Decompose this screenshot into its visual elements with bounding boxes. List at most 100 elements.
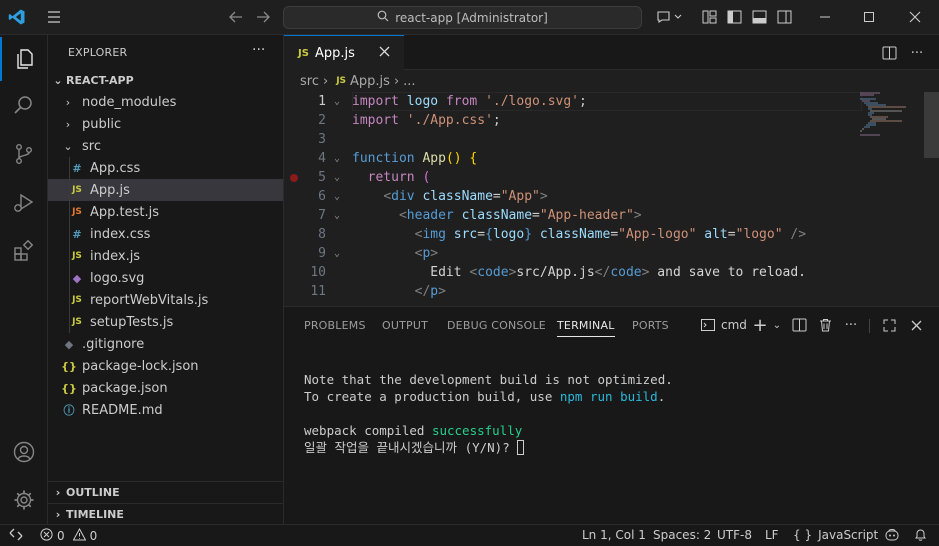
file-item[interactable]: JS App.js xyxy=(48,179,283,201)
manage-gear-icon[interactable] xyxy=(0,478,48,522)
folder-item[interactable]: ⌄ src xyxy=(48,135,283,157)
back-arrow-icon[interactable] xyxy=(225,6,247,28)
file-item[interactable]: {} package-lock.json xyxy=(48,355,283,377)
customize-layout-icon[interactable] xyxy=(698,6,720,28)
tree-item-label: App.css xyxy=(90,160,141,176)
run-debug-icon[interactable] xyxy=(0,181,48,225)
tab-output[interactable]: OUTPUT xyxy=(382,319,428,332)
breadcrumb-symbol[interactable]: ... xyxy=(403,74,415,89)
terminal-output[interactable]: Note that the development build is not o… xyxy=(304,371,924,456)
close-window-icon[interactable] xyxy=(904,6,926,28)
terminal-name[interactable]: cmd xyxy=(721,318,747,332)
folder-item[interactable]: › public xyxy=(48,113,283,135)
breadcrumb-src[interactable]: src xyxy=(300,74,319,89)
project-root-folder[interactable]: ⌄ REACT-APP xyxy=(48,69,283,91)
search-text: react-app [Administrator] xyxy=(395,10,548,25)
editor-more-actions-icon[interactable]: ··· xyxy=(906,42,928,64)
timeline-section[interactable]: › TIMELINE xyxy=(48,503,283,525)
split-terminal-icon[interactable] xyxy=(789,315,809,335)
extensions-icon[interactable] xyxy=(0,229,48,273)
chevron-down-icon[interactable]: ⌄ xyxy=(767,315,787,335)
trash-icon[interactable] xyxy=(815,315,835,335)
tab-ports[interactable]: PORTS xyxy=(632,319,669,332)
end-of-line[interactable]: LF xyxy=(765,528,779,542)
outline-section[interactable]: › OUTLINE xyxy=(48,481,283,503)
warning-icon xyxy=(72,527,86,544)
tab-terminal[interactable]: TERMINAL xyxy=(557,319,615,337)
chevron-right-icon: › xyxy=(65,117,71,131)
problems-indicator[interactable]: 0 0 xyxy=(40,527,97,544)
error-count: 0 xyxy=(57,529,65,543)
toggle-secondary-sidebar-icon[interactable] xyxy=(773,6,795,28)
indentation[interactable]: Spaces: 2 xyxy=(653,528,711,542)
file-item[interactable]: JS reportWebVitals.js xyxy=(48,289,283,311)
minimap[interactable] xyxy=(858,92,924,152)
line-number: 7 xyxy=(318,208,326,223)
cursor-position[interactable]: Ln 1, Col 1 xyxy=(582,528,646,542)
minimize-icon[interactable] xyxy=(814,6,836,28)
file-item[interactable]: ◆ .gitignore xyxy=(48,333,283,355)
menu-icon[interactable] xyxy=(43,6,65,28)
command-center-search[interactable]: react-app [Administrator] xyxy=(283,6,642,29)
code-line: 11 </p> xyxy=(284,282,924,301)
tab-debug-console[interactable]: DEBUG CONSOLE xyxy=(447,319,546,332)
encoding[interactable]: UTF-8 xyxy=(717,528,752,542)
explorer-title: EXPLORER xyxy=(68,46,128,59)
code-line: 1 ⌄ import logo from './logo.svg'; xyxy=(284,92,924,111)
explorer-sidebar: EXPLORER ··· ⌄ REACT-APP › node_modules › p… xyxy=(48,35,284,524)
tab-problems[interactable]: PROBLEMS xyxy=(304,319,366,332)
code-line: 4 ⌄ function App() { xyxy=(284,149,924,168)
tree-item-label: public xyxy=(82,116,122,132)
split-editor-icon[interactable] xyxy=(878,42,900,64)
file-item[interactable]: JS App.test.js xyxy=(48,201,283,223)
breadcrumb-file[interactable]: App.js xyxy=(350,74,390,89)
file-item[interactable]: ⓘ README.md xyxy=(48,399,283,421)
tree-item-label: index.css xyxy=(90,226,151,242)
breadcrumb: src › JS App.js › ... xyxy=(284,70,939,92)
close-tab-icon[interactable] xyxy=(379,46,390,61)
line-number: 1 xyxy=(318,94,326,109)
folder-item[interactable]: › node_modules xyxy=(48,91,283,113)
terminal-line: webpack compiled successfully xyxy=(304,423,523,438)
source-control-icon[interactable] xyxy=(0,132,48,176)
line-number: 3 xyxy=(318,132,326,147)
chevron-down-icon: ⌄ xyxy=(53,73,63,87)
file-item[interactable]: ◆ logo.svg xyxy=(48,267,283,289)
copilot-chat-icon[interactable] xyxy=(653,6,685,28)
file-item[interactable]: JS setupTests.js xyxy=(48,311,283,333)
forward-arrow-icon[interactable] xyxy=(252,6,274,28)
toggle-panel-icon[interactable] xyxy=(748,6,770,28)
editor-scrollbar[interactable] xyxy=(924,92,939,158)
remote-indicator-icon[interactable] xyxy=(9,528,23,544)
file-item[interactable]: {} package.json xyxy=(48,377,283,399)
close-panel-icon[interactable] xyxy=(906,315,926,335)
tree-item-label: node_modules xyxy=(82,94,177,110)
file-item[interactable]: # index.css xyxy=(48,223,283,245)
toggle-primary-sidebar-icon[interactable] xyxy=(723,6,745,28)
maximize-icon[interactable] xyxy=(858,6,880,28)
tree-item-label: index.js xyxy=(90,248,141,264)
language-label: JavaScript xyxy=(818,528,879,542)
search-view-icon[interactable] xyxy=(0,83,48,127)
terminal-more-actions-icon[interactable]: ··· xyxy=(841,315,861,335)
tab-label: App.js xyxy=(314,45,355,61)
tree-item-label: package.json xyxy=(82,380,168,396)
notifications-bell-icon[interactable] xyxy=(914,528,927,545)
js-file-icon: JS xyxy=(72,251,82,261)
css-file-icon: # xyxy=(72,161,82,175)
maximize-panel-icon[interactable] xyxy=(879,315,899,335)
explorer-more-actions-icon[interactable]: ··· xyxy=(252,42,265,58)
vscode-logo-icon xyxy=(6,6,28,28)
accounts-icon[interactable] xyxy=(0,430,48,474)
code-editor[interactable]: 1 ⌄ import logo from './logo.svg'; 2 import… xyxy=(284,92,924,306)
tab-app-js[interactable]: JS App.js xyxy=(284,35,404,70)
explorer-icon[interactable] xyxy=(0,37,48,81)
copilot-icon[interactable] xyxy=(884,528,900,545)
terminal-line: To create a production build, use npm ru… xyxy=(304,389,666,404)
file-item[interactable]: JS index.js xyxy=(48,245,283,267)
file-item[interactable]: # App.css xyxy=(48,157,283,179)
code-line: 6 ⌄ <div className="App"> xyxy=(284,187,924,206)
language-mode[interactable]: { } JavaScript xyxy=(793,528,878,542)
terminal-shell-icon xyxy=(698,315,718,335)
